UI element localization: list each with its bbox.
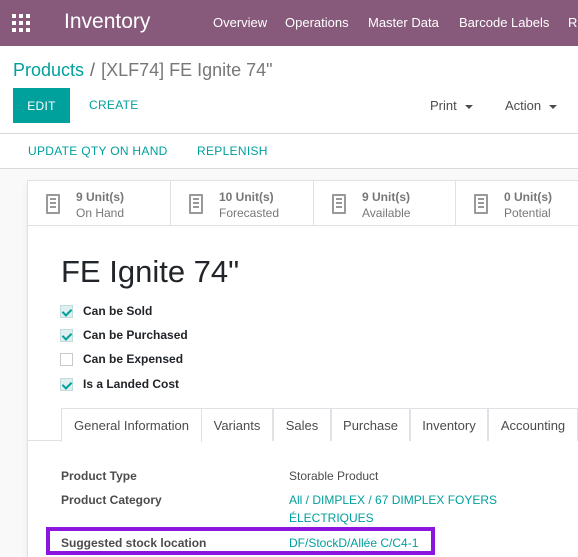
checkbox-label: Is a Landed Cost (83, 377, 180, 391)
notebook-tabs: General Information Variants Sales Purch… (28, 408, 578, 442)
building-icon (46, 194, 60, 214)
tab-general-information[interactable]: General Information (61, 408, 202, 442)
replenish-button[interactable]: REPLENISH (197, 144, 268, 158)
stat-value: 10 Unit(s) (219, 190, 274, 204)
app-brand[interactable]: Inventory (64, 10, 150, 34)
control-panel: Products / [XLF74] FE Ignite 74" EDIT CREA… (0, 46, 578, 134)
create-button[interactable]: CREATE (89, 98, 139, 112)
stat-label: Available (362, 206, 411, 220)
product-category-link[interactable]: All / DIMPLEX / 67 DIMPLEX FOYERS ÉLECTR… (289, 493, 497, 525)
tab-sales[interactable]: Sales (273, 408, 331, 441)
caret-down-icon (464, 104, 473, 109)
product-category-line-1: All / DIMPLEX / 67 DIMPLEX FOYERS (289, 493, 498, 507)
stat-potential[interactable]: 0 Unit(s) Potential (456, 181, 578, 226)
print-dropdown[interactable]: Print (430, 98, 473, 113)
product-name[interactable]: FE Ignite 74" (61, 254, 239, 290)
edit-button[interactable]: EDIT (13, 88, 70, 123)
stat-value: 9 Unit(s) (362, 190, 410, 204)
checkbox-unchecked-icon[interactable] (60, 352, 73, 366)
breadcrumb-products[interactable]: Products (13, 60, 84, 80)
building-icon (474, 194, 488, 214)
product-type-value: Storable Product (289, 469, 379, 483)
action-dropdown[interactable]: Action (505, 98, 558, 113)
can-be-purchased-checkbox[interactable]: Can be Purchased (60, 327, 188, 343)
product-type-label: Product Type (61, 469, 137, 483)
tab-purchase[interactable]: Purchase (331, 408, 410, 441)
top-navbar: Inventory Overview Operations Master Dat… (0, 0, 578, 46)
breadcrumb: Products / [XLF74] FE Ignite 74" (13, 60, 273, 81)
form-sheet: 9 Unit(s) On Hand 10 Unit(s) Forecasted … (27, 180, 578, 557)
breadcrumb-current: [XLF74] FE Ignite 74" (101, 60, 273, 80)
stat-on-hand[interactable]: 9 Unit(s) On Hand (28, 181, 171, 226)
tab-accounting[interactable]: Accounting (488, 408, 578, 441)
apps-grid-icon[interactable] (12, 14, 30, 32)
tab-inventory[interactable]: Inventory (410, 408, 488, 441)
stat-value: 9 Unit(s) (76, 190, 124, 204)
checkbox-label: Can be Purchased (83, 328, 188, 342)
print-label: Print (430, 98, 457, 113)
checkbox-label: Can be Expensed (83, 352, 184, 366)
stat-forecasted[interactable]: 10 Unit(s) Forecasted (171, 181, 314, 226)
can-be-sold-checkbox[interactable]: Can be Sold (60, 303, 152, 319)
menu-master-data[interactable]: Master Data (368, 15, 439, 30)
update-qty-button[interactable]: UPDATE QTY ON HAND (28, 144, 168, 158)
checkbox-checked-icon[interactable] (60, 377, 73, 391)
building-icon (189, 194, 203, 214)
breadcrumb-separator: / (90, 60, 96, 80)
action-bar: UPDATE QTY ON HAND REPLENISH (0, 134, 578, 169)
stat-available[interactable]: 9 Unit(s) Available (314, 181, 456, 226)
building-icon (332, 194, 346, 214)
caret-down-icon (549, 104, 558, 109)
stat-value: 0 Unit(s) (504, 190, 552, 204)
highlight-box (46, 527, 435, 555)
checkbox-label: Can be Sold (83, 304, 153, 318)
stat-label: On Hand (76, 206, 125, 220)
can-be-expensed-checkbox[interactable]: Can be Expensed (60, 351, 183, 367)
stat-buttons: 9 Unit(s) On Hand 10 Unit(s) Forecasted … (28, 181, 578, 226)
menu-reporting[interactable]: R (568, 15, 577, 30)
tab-variants[interactable]: Variants (201, 408, 273, 441)
is-landed-cost-checkbox[interactable]: Is a Landed Cost (60, 376, 179, 392)
product-category-label: Product Category (61, 493, 162, 507)
stat-label: Forecasted (219, 206, 280, 220)
menu-barcode-labels[interactable]: Barcode Labels (459, 15, 549, 30)
menu-operations[interactable]: Operations (285, 15, 349, 30)
product-category-line-2: ÉLECTRIQUES (289, 511, 374, 525)
checkbox-checked-icon[interactable] (60, 328, 73, 342)
action-label: Action (505, 98, 542, 113)
menu-overview[interactable]: Overview (213, 15, 267, 30)
checkbox-checked-icon[interactable] (60, 304, 73, 318)
stat-label: Potential (504, 206, 551, 220)
